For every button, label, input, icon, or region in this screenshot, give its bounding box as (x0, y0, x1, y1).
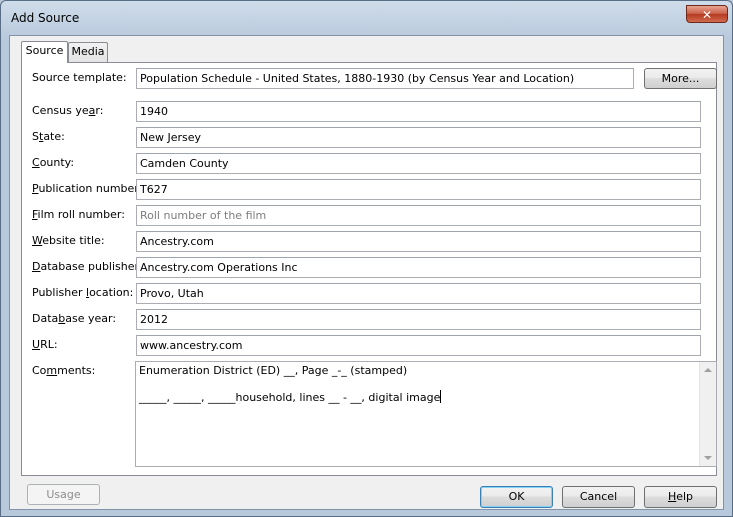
label-part: atabase publisher: (40, 260, 143, 273)
comments-text: Enumeration District (ED) __, Page _-_ (… (139, 364, 699, 405)
census-year-label: Census year: (32, 103, 103, 119)
source-template-field[interactable]: Population Schedule - United States, 188… (136, 68, 634, 89)
scroll-up-arrow-icon[interactable] (704, 368, 712, 372)
label-mnemonic: U (32, 338, 41, 351)
publisher-location-input[interactable]: Provo, Utah (136, 283, 701, 304)
source-template-label-text: Source template: (32, 71, 127, 84)
film-roll-number-input[interactable]: Roll number of the film (136, 205, 701, 226)
census-year-input[interactable]: 1940 (136, 101, 701, 122)
county-input[interactable]: Camden County (136, 153, 701, 174)
website-title-label: Website title: (32, 233, 105, 249)
database-publisher-input[interactable]: Ancestry.com Operations Inc (136, 257, 701, 278)
label-part: S (32, 130, 39, 143)
state-input[interactable]: New Jersey (136, 127, 701, 148)
publication-number-input[interactable]: T627 (136, 179, 701, 200)
label-part: ilm roll number: (37, 208, 125, 221)
website-title-input[interactable]: Ancestry.com (136, 231, 701, 252)
state-label: State: (32, 129, 65, 145)
comments-scrollbar[interactable] (699, 362, 716, 466)
label-part: RL: (40, 338, 58, 351)
label-part: ebsite title: (42, 234, 105, 247)
url-label: URL: (32, 337, 58, 353)
comments-line-2: _____, _____, _____household, lines __ -… (139, 391, 441, 404)
usage-button[interactable]: Usage (27, 484, 100, 505)
label-mnemonic: m (46, 364, 58, 377)
cancel-button[interactable]: Cancel (562, 486, 635, 508)
text-caret (440, 390, 442, 403)
help-button[interactable]: Help (644, 486, 717, 508)
add-source-dialog: Add Source ✕ Source Media Source templat… (0, 0, 733, 517)
comments-line-1: Enumeration District (ED) __, Page _-_ (… (139, 364, 408, 377)
label-part: ments: (57, 364, 96, 377)
publisher-location-label: Publisher location: (32, 285, 133, 301)
close-icon: ✕ (701, 8, 713, 22)
tab-source[interactable]: Source (21, 41, 68, 63)
source-template-label: Source template: (32, 70, 127, 86)
database-publisher-label: Database publisher: (32, 259, 143, 275)
help-label-rest: elp (676, 490, 694, 503)
dialog-client-area: Source Media Source template: Population… (9, 35, 724, 510)
label-part: Co (32, 364, 47, 377)
comments-textarea[interactable]: Enumeration District (ED) __, Page _-_ (… (135, 361, 717, 467)
database-year-label: Database year: (32, 311, 116, 327)
label-part: Census ye (32, 104, 89, 117)
label-part: Data (32, 312, 59, 325)
comments-line-2-wrap: _____, _____, _____household, lines __ -… (139, 390, 699, 405)
label-part: ate: (43, 130, 65, 143)
label-part: r: (95, 104, 104, 117)
window-title: Add Source (11, 11, 80, 25)
ok-button[interactable]: OK (480, 486, 553, 508)
scroll-down-arrow-icon[interactable] (704, 456, 712, 460)
film-roll-number-label: Film roll number: (32, 207, 125, 223)
label-mnemonic: W (32, 234, 43, 247)
tab-media[interactable]: Media (68, 42, 108, 62)
label-part: ase year: (65, 312, 117, 325)
label-part: Publisher (32, 286, 86, 299)
close-button[interactable]: ✕ (686, 5, 728, 23)
publication-number-label: Publication number: (32, 181, 142, 197)
tab-source-label: Source (25, 44, 64, 57)
label-part: ocation: (89, 286, 134, 299)
title-bar[interactable]: Add Source ✕ (1, 1, 732, 35)
county-label: County: (32, 155, 74, 171)
label-mnemonic: C (32, 156, 40, 169)
url-input[interactable]: www.ancestry.com (136, 335, 701, 356)
comments-label: Comments: (32, 363, 95, 379)
tab-media-label: Media (71, 45, 105, 58)
label-part: ublication number: (38, 182, 143, 195)
database-year-input[interactable]: 2012 (136, 309, 701, 330)
label-part: ounty: (39, 156, 75, 169)
help-mnemonic: H (667, 490, 677, 503)
more-button[interactable]: More... (644, 68, 717, 89)
